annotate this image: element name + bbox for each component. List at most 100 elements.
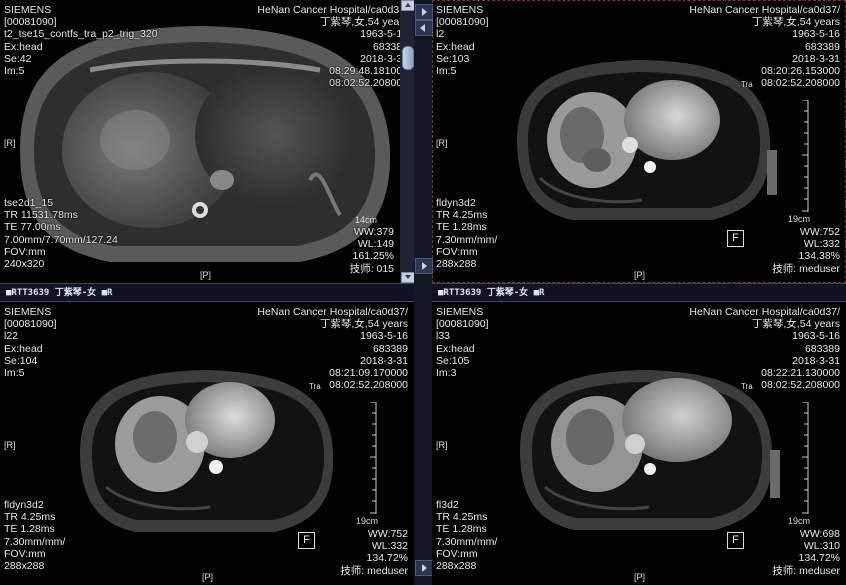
series-title-bar-right[interactable]: ■RTT3639 丁紫琴-女 ■R — [432, 283, 846, 302]
manufacturer: SIEMENS — [4, 4, 52, 16]
institution: HeNan Cancer Hospital/ca0d37/ — [257, 4, 408, 16]
exam: Ex:head — [4, 342, 43, 355]
fov: FOV:mm — [4, 547, 46, 560]
matrix: 288x288 — [436, 559, 477, 572]
zoom: 134.38% — [798, 250, 840, 263]
scroll-up-button[interactable] — [401, 0, 414, 11]
window-level: WL:332 — [371, 540, 408, 553]
fov: FOV:mm — [436, 245, 478, 258]
f-marker: F — [727, 532, 744, 549]
slice-info: 7.00mm/7.70mm/127.24 — [4, 233, 118, 246]
window-level: WL:310 — [803, 540, 840, 553]
overlay-top-left: SIEMENS [00081090] t2_tse15_contfs_tra_p… — [4, 4, 158, 77]
viewport-bottom-right[interactable]: SIEMENS [00081090] l33 Ex:head Se:105 Im… — [432, 302, 846, 585]
birth-date: 1963-5-16 — [360, 28, 408, 41]
patient-name: 丁紫琴,女,54 years — [751, 318, 840, 331]
overlay-top-left: SIEMENS [00081090] l22 Ex:head Se:104 Im… — [4, 306, 57, 379]
tr-value: TR 4.25ms — [436, 209, 488, 222]
patient-name: 丁紫琴,女,54 years — [319, 16, 408, 29]
overlay-bottom-right: WW:752 WL:332 134.38% 技师: meduser — [772, 226, 840, 275]
window-width: WW:752 — [799, 226, 840, 238]
scroll-thumb[interactable] — [402, 46, 414, 70]
orientation-bottom: [P] — [202, 572, 214, 582]
study-date: 2018-3-31 — [792, 354, 840, 367]
scroll-down-button[interactable] — [401, 272, 414, 283]
f-marker: F — [727, 230, 744, 247]
vertical-scrollbar[interactable] — [400, 0, 414, 283]
institution: HeNan Cancer Hospital/ca0d37/ — [689, 306, 840, 318]
matrix: 288x288 — [436, 257, 477, 270]
technician: 技师: meduser — [772, 262, 840, 275]
scale-label: 14cm — [355, 215, 378, 225]
overlay-top-right: HeNan Cancer Hospital/ca0d37/ 丁紫琴,女,54 y… — [689, 4, 840, 89]
orientation-left: [R] — [4, 138, 16, 148]
plane-label: Tra — [741, 382, 753, 391]
orientation-bottom: [P] — [634, 572, 646, 582]
window-level: WL:332 — [803, 238, 840, 251]
tr-value: TR 4.25ms — [436, 511, 488, 524]
next-series-button[interactable] — [415, 4, 433, 20]
f-marker: F — [298, 532, 315, 549]
viewport-top-right[interactable]: SIEMENS [00081090] l2 Ex:head Se:103 Im:… — [432, 0, 846, 283]
overlay-top-left: SIEMENS [00081090] l33 Ex:head Se:105 Im… — [436, 306, 489, 379]
orientation-bottom: [P] — [634, 270, 646, 280]
series-number: Se:103 — [436, 52, 470, 65]
sequence-name: fldyn3d2 — [4, 499, 44, 511]
viewport-splitter[interactable] — [414, 0, 432, 585]
series-number: Se:105 — [436, 354, 470, 367]
overlay-top-right: HeNan Cancer Hospital/ca0d37/ 丁紫琴,女,54 y… — [257, 4, 408, 89]
overlay-bottom-right: WW:379 WL:149 161.25% 技师: 015 — [350, 226, 394, 275]
matrix: 240x320 — [4, 257, 45, 270]
patient-id: 683389 — [804, 342, 840, 355]
prev-series-button[interactable] — [415, 20, 433, 36]
next-image-button-bottom[interactable] — [415, 560, 433, 576]
study-time: 08:02:52.208000 — [761, 379, 840, 392]
scale-label: 19cm — [356, 516, 379, 526]
exam: Ex:head — [436, 40, 475, 53]
institution: HeNan Cancer Hospital/ca0d37/ — [689, 4, 840, 16]
birth-date: 1963-5-16 — [792, 330, 840, 343]
viewport-top-left[interactable]: SIEMENS [00081090] t2_tse15_contfs_tra_p… — [0, 0, 414, 283]
zoom: 134.72% — [366, 552, 408, 565]
technician: 技师: 015 — [349, 262, 394, 275]
acquisition-time: 08:20:26.153000 — [761, 64, 840, 77]
technician: 技师: meduser — [340, 564, 408, 577]
patient-name: 丁紫琴,女,54 years — [751, 16, 840, 29]
patient-id: 683389 — [804, 40, 840, 53]
accession: [00081090] — [4, 318, 57, 331]
study-date: 2018-3-31 — [360, 354, 408, 367]
scale-ruler — [798, 402, 810, 514]
te-value: TE 1.28ms — [4, 523, 55, 536]
orientation-left: [R] — [436, 138, 448, 148]
overlay-bottom-left: tse2d1_15 TR 11531.78ms TE 77.00ms 7.00m… — [4, 197, 118, 270]
te-value: TE 1.28ms — [436, 221, 487, 234]
orientation-left: [R] — [436, 440, 448, 450]
patient-id: 683389 — [372, 342, 408, 355]
patient-name: 丁紫琴,女,54 years — [319, 318, 408, 331]
overlay-bottom-left: fl3d2 TR 4.25ms TE 1.28ms 7.30mm/mm/ FOV… — [436, 499, 497, 572]
slice-info: 7.30mm/mm/ — [4, 535, 66, 548]
fov: FOV:mm — [436, 547, 478, 560]
orientation-bottom: [P] — [200, 270, 212, 280]
zoom: 134.72% — [798, 552, 840, 565]
next-image-button[interactable] — [415, 258, 433, 274]
scale-ruler — [366, 402, 378, 514]
te-value: TE 77.00ms — [4, 221, 61, 234]
patient-id: 683389 — [372, 40, 408, 53]
overlay-bottom-right: WW:698 WL:310 134.72% 技师: meduser — [772, 528, 840, 577]
window-width: WW:379 — [353, 226, 394, 238]
scale-label: 19cm — [788, 214, 811, 224]
orientation-left: [R] — [4, 440, 16, 450]
te-value: TE 1.28ms — [436, 523, 487, 536]
series-number: Se:42 — [4, 52, 32, 65]
series-title-bar-left[interactable]: ■RTT3639 丁紫琴-女 ■R — [0, 283, 414, 302]
slice-info: 7.30mm/mm/ — [436, 233, 498, 246]
sequence-name: fl3d2 — [436, 499, 459, 511]
exam: Ex:head — [4, 40, 43, 53]
viewport-bottom-left[interactable]: SIEMENS [00081090] l22 Ex:head Se:104 Im… — [0, 302, 414, 585]
study-time: 08:02:52.208000 — [329, 77, 408, 90]
sequence-name: fldyn3d2 — [436, 197, 476, 209]
matrix: 288x288 — [4, 559, 45, 572]
sequence-name: tse2d1_15 — [4, 197, 54, 209]
overlay-bottom-right: WW:752 WL:332 134.72% 技师: meduser — [340, 528, 408, 577]
